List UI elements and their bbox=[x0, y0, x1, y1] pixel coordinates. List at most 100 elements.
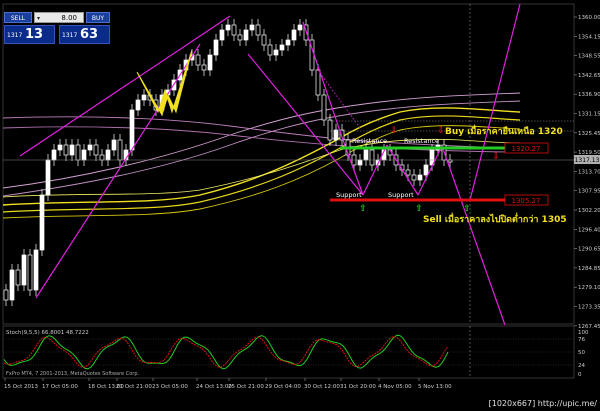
candle-body bbox=[357, 159, 363, 166]
candle-body bbox=[15, 269, 21, 286]
candle-body bbox=[51, 149, 57, 161]
candle-body bbox=[87, 144, 93, 151]
indicator-axis: 10076 50 24 0 bbox=[578, 330, 589, 378]
price-tick-label: 1360.00 bbox=[578, 15, 600, 21]
time-tick-label: 25 Oct 21:00 bbox=[228, 384, 264, 390]
fractal-up-icon: ⇧ bbox=[463, 204, 471, 214]
time-tick-label: 17 Oct 05:00 bbox=[42, 384, 78, 390]
candle-body bbox=[105, 149, 111, 161]
time-tick-label: 31 Oct 20:00 bbox=[340, 384, 376, 390]
price-tick-label: 1284.85 bbox=[578, 266, 600, 272]
indicator-title: Stoch(9,5,5) 66.8001 48.7222 bbox=[6, 330, 89, 336]
candle-body bbox=[75, 144, 81, 161]
price-tick-label: 1342.65 bbox=[578, 73, 600, 79]
watermark-text: [1020x667] http://upic.me/ bbox=[489, 399, 598, 408]
price-tick-label: 1267.45 bbox=[578, 324, 600, 330]
time-tick-label: 29 Oct 04:00 bbox=[265, 384, 301, 390]
bid-quote-button[interactable]: 1317 13 bbox=[4, 25, 55, 44]
candle-body bbox=[333, 129, 339, 141]
candle-body bbox=[219, 29, 225, 41]
indicator-tick-label: 0 bbox=[578, 372, 582, 378]
lot-size-field[interactable]: ▾ 8.00 bbox=[34, 12, 84, 23]
resistance-label-2: Resistance bbox=[404, 137, 439, 145]
sell-annotation: Sell เมื่อราคาลงไปปิดต่ำกว่า 1305 bbox=[423, 212, 567, 225]
candle-body bbox=[321, 94, 327, 121]
candle-body bbox=[33, 249, 39, 291]
candle-body bbox=[45, 159, 51, 196]
candle-body bbox=[315, 69, 321, 96]
ask-quote-button[interactable]: 1317 63 bbox=[59, 25, 110, 44]
bid-big-digits: 13 bbox=[25, 27, 44, 42]
support-label-1: Support bbox=[336, 191, 362, 199]
level-1305-label: 1305.27 bbox=[512, 197, 541, 205]
support-label-2: Support bbox=[388, 191, 414, 199]
fractal-down-icon: ⇩ bbox=[437, 126, 445, 136]
price-tick-label: 1325.45 bbox=[578, 131, 600, 137]
price-tick-label: 1290.65 bbox=[578, 247, 600, 253]
price-tick-label: 1348.55 bbox=[578, 54, 600, 60]
one-click-trading-panel: SELL ▾ 8.00 BUY 1317 13 1317 63 bbox=[4, 8, 110, 44]
candle-body bbox=[3, 289, 9, 301]
price-tick-label: 1331.15 bbox=[578, 112, 600, 118]
candle-body bbox=[447, 159, 453, 163]
price-tick-label: 1307.95 bbox=[578, 189, 600, 195]
fractal-up-icon: ⇧ bbox=[359, 204, 367, 214]
candlestick-series bbox=[3, 19, 453, 306]
candle-body bbox=[141, 94, 147, 101]
time-tick-label: 21 Oct 21:00 bbox=[116, 384, 152, 390]
buy-button[interactable]: BUY bbox=[86, 12, 110, 23]
lot-size-value: 8.00 bbox=[61, 14, 77, 22]
fractal-up-icon: ⇧ bbox=[415, 204, 423, 214]
price-chart[interactable]: 1320.27 1305.27 Resistance Resistance Su… bbox=[0, 0, 600, 411]
price-tick-label: 1273.35 bbox=[578, 305, 600, 311]
candle-body bbox=[261, 34, 267, 46]
candle-body bbox=[327, 119, 333, 141]
candle-body bbox=[423, 164, 429, 176]
indicator-tick-label: 50 bbox=[578, 350, 585, 356]
candle-body bbox=[69, 144, 75, 156]
time-tick-label: 24 Oct 13:00 bbox=[196, 384, 232, 390]
candle-body bbox=[267, 44, 273, 56]
candle-body bbox=[297, 24, 303, 31]
candle-body bbox=[225, 24, 231, 31]
indicator-tick-label: 100 bbox=[578, 330, 589, 336]
lot-stepper-icon[interactable]: ▾ bbox=[37, 13, 40, 24]
ask-big-digits: 63 bbox=[80, 27, 99, 42]
candle-body bbox=[117, 139, 123, 161]
candle-body bbox=[39, 194, 45, 251]
candle-body bbox=[213, 39, 219, 56]
price-axis: 1360.00 1354.15 1348.55 1342.65 1336.90 1331.… bbox=[574, 15, 600, 330]
time-tick-label: 15 Oct 2013 bbox=[4, 384, 39, 390]
candle-body bbox=[369, 149, 375, 166]
candle-body bbox=[99, 154, 105, 161]
candle-body bbox=[237, 34, 243, 41]
candle-body bbox=[201, 64, 207, 71]
candle-body bbox=[279, 44, 285, 51]
candle-body bbox=[129, 109, 135, 151]
candle-body bbox=[195, 54, 201, 66]
candle-body bbox=[363, 149, 369, 161]
resistance-label-1: Resistance bbox=[352, 137, 387, 145]
candle-body bbox=[249, 24, 255, 31]
current-price-label: 1317.13 bbox=[575, 157, 600, 164]
fractal-down-icon: ⇩ bbox=[390, 126, 398, 136]
price-tick-label: 1302.20 bbox=[578, 208, 600, 214]
candle-body bbox=[81, 149, 87, 161]
price-tick-label: 1279.10 bbox=[578, 285, 600, 291]
time-axis: 15 Oct 2013 17 Oct 05:00 18 Oct 13:0021 Oc… bbox=[4, 378, 452, 390]
sell-button[interactable]: SELL bbox=[4, 12, 32, 23]
candle-body bbox=[243, 29, 249, 41]
candle-body bbox=[57, 144, 63, 151]
candle-body bbox=[285, 39, 291, 46]
price-tick-label: 1296.40 bbox=[578, 227, 600, 233]
candle-body bbox=[231, 24, 237, 36]
candle-body bbox=[273, 49, 279, 56]
candle-body bbox=[291, 29, 297, 41]
candle-body bbox=[411, 174, 417, 181]
candle-body bbox=[207, 54, 213, 71]
candle-body bbox=[135, 99, 141, 111]
time-tick-label: 23 Oct 05:00 bbox=[152, 384, 188, 390]
level-1320-label: 1320.27 bbox=[512, 145, 541, 153]
copyright-text: FxPro MT4, 7 2001-2013, MetaQuotes Softw… bbox=[6, 371, 140, 377]
candle-body bbox=[405, 169, 411, 176]
